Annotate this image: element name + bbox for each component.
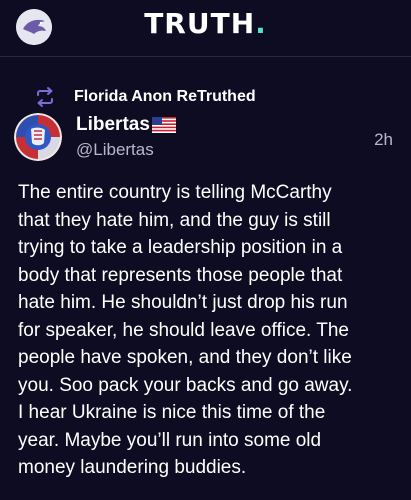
post-timestamp[interactable]: 2h [374, 130, 393, 150]
post-body-text: The entire country is telling McCarthy t… [18, 182, 353, 478]
retruth-icon [37, 87, 53, 107]
logo-dot: . [255, 7, 267, 40]
author-avatar-image [14, 113, 62, 161]
author-name-row: Libertas [76, 114, 176, 136]
top-bar: TRUTH. [0, 0, 411, 57]
retruth-label[interactable]: Florida Anon ReTruthed [74, 88, 256, 106]
author-handle[interactable]: @Libertas [76, 140, 154, 160]
us-flag-icon [151, 117, 176, 133]
truth-social-app: TRUTH. Florida Anon ReTruthed Libertas @… [0, 0, 411, 500]
author-display-name[interactable]: Libertas [76, 114, 150, 136]
truth-logo: TRUTH. [0, 8, 411, 40]
logo-text: TRUTH [144, 7, 256, 40]
retruth-indicator: Florida Anon ReTruthed [34, 86, 256, 108]
post-author-avatar[interactable] [14, 113, 62, 161]
